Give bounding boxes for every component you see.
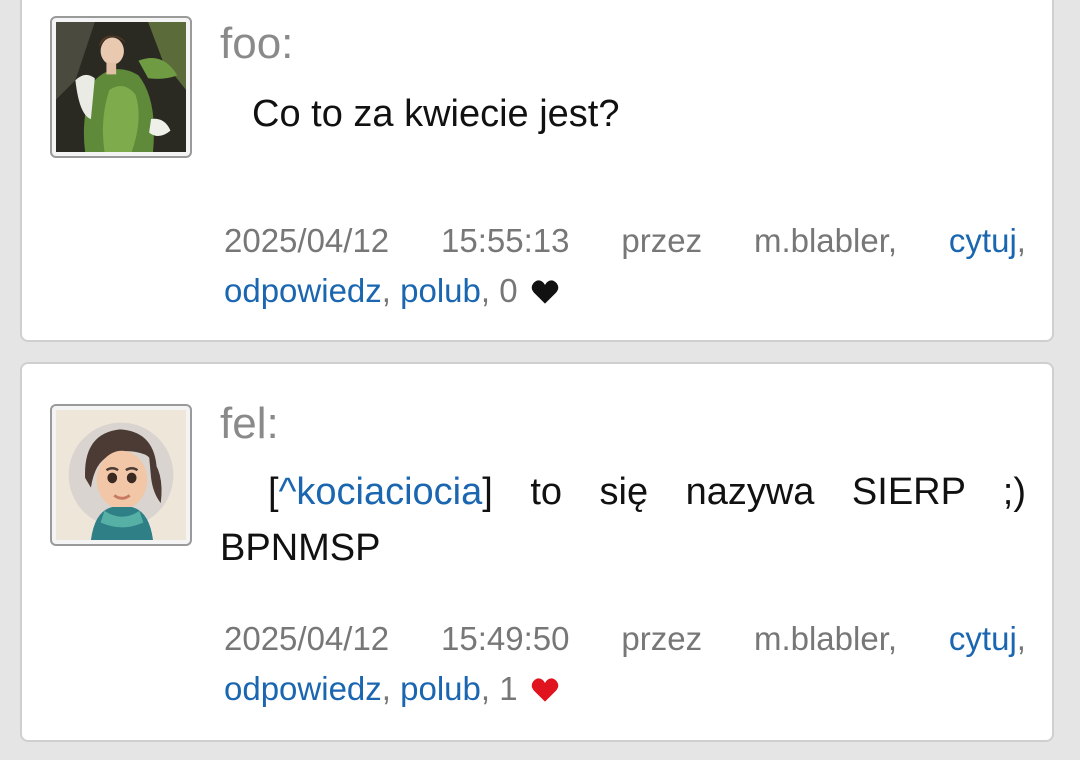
post-username: foo: [220, 19, 294, 68]
mention-link[interactable]: ^kociaciocia [279, 471, 483, 513]
post-meta: 2025/04/12 15:55:13 przez m.blabler, cyt… [224, 216, 1026, 316]
avatar[interactable] [50, 404, 192, 546]
post-author: m.blabler, [753, 222, 898, 259]
like-count: 0 [499, 272, 518, 309]
post-by-label: przez [621, 620, 703, 657]
post-time: 15:49:50 [441, 620, 570, 657]
like-link[interactable]: polub [400, 272, 481, 309]
quote-link[interactable]: cytuj [949, 620, 1017, 657]
post-card: fel: [^kociaciocia] to się nazywa SIERP … [20, 362, 1054, 742]
post-date: 2025/04/12 [224, 620, 390, 657]
avatar-image [56, 22, 186, 152]
reply-link[interactable]: odpowiedz [224, 670, 382, 707]
avatar-image [56, 410, 186, 540]
post-card: foo: Co to za kwiecie jest? 2025/04/12 1… [20, 0, 1054, 342]
post-meta: 2025/04/12 15:49:50 przez m.blabler, cyt… [224, 614, 1026, 714]
post-author: m.blabler, [753, 620, 898, 657]
quote-link[interactable]: cytuj [949, 222, 1017, 259]
mention-bracket-close: ] [482, 471, 493, 513]
post-username: fel: [220, 399, 279, 448]
heart-icon [531, 280, 559, 304]
mention-bracket-open: [ [268, 471, 279, 513]
post-time: 15:55:13 [441, 222, 570, 259]
reply-link[interactable]: odpowiedz [224, 272, 382, 309]
post-date: 2025/04/12 [224, 222, 390, 259]
post-message: Co to za kwiecie jest? [252, 93, 620, 135]
heart-icon [531, 678, 559, 702]
post-message: [^kociaciocia] to się nazywa SIERP ;) BP… [220, 464, 1026, 576]
post-by-label: przez [621, 222, 703, 259]
like-link[interactable]: polub [400, 670, 481, 707]
like-count: 1 [499, 670, 518, 707]
avatar[interactable] [50, 16, 192, 158]
